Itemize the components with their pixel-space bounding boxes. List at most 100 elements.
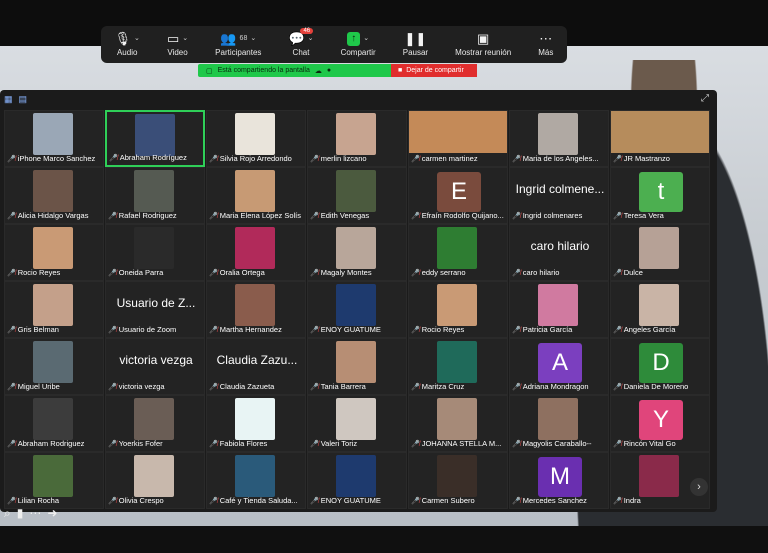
participant-tile[interactable]: 🎤̸ Dulce: [610, 224, 710, 281]
participant-tile[interactable]: 🎤̸ Maria de los Angeles...: [509, 110, 609, 167]
participant-label: 🎤̸ Edith Venegas: [310, 211, 404, 220]
stop-share-button[interactable]: ■ Dejar de compartir: [391, 64, 477, 77]
participant-tile[interactable]: 🎤̸ Yoerkis Fofer: [105, 395, 205, 452]
participant-tile[interactable]: D 🎤̸ Daniela De Moreno: [610, 338, 710, 395]
gallery-view-window: ▦ ▤ ⤢ 🎤̸ iPhone Marco Sanchez 🎤̸ Abraham Ro…: [0, 90, 717, 512]
participant-tile[interactable]: caro hilario 🎤̸ caro hilario: [509, 224, 609, 281]
participant-tile[interactable]: 🎤̸ Silvia Rojo Arredondo: [206, 110, 306, 167]
participant-tile[interactable]: Usuario de Z... 🎤̸ Usuario de Zoom: [105, 281, 205, 338]
participant-video: [33, 398, 73, 440]
next-page-button[interactable]: ›: [690, 478, 708, 496]
participant-tile[interactable]: 🎤̸ merlin lizcano: [307, 110, 407, 167]
participant-video: [235, 284, 275, 326]
video-button[interactable]: ▭ ⌄ Video: [167, 32, 188, 58]
participant-video: [235, 398, 275, 440]
shield-icon: ●: [326, 67, 332, 74]
participant-tile[interactable]: 🎤̸ iPhone Marco Sanchez: [4, 110, 104, 167]
participant-label: 🎤̸ Oneida Parra: [108, 268, 202, 277]
participant-tile[interactable]: M 🎤̸ Mercedes Sanchez: [509, 452, 609, 509]
chevron-down-icon[interactable]: ⌄: [363, 32, 369, 46]
expand-icon[interactable]: ⤢: [701, 93, 709, 104]
participant-tile[interactable]: 🎤̸ Oralia Ortega: [206, 224, 306, 281]
more-icon[interactable]: ⋯: [29, 506, 41, 521]
participant-tile[interactable]: 🎤̸ Valeri Toriz: [307, 395, 407, 452]
participant-tile[interactable]: 🎤̸ Magyolis Caraballo--: [509, 395, 609, 452]
chevron-down-icon[interactable]: ⌄: [308, 32, 314, 46]
chevron-down-icon[interactable]: ⌄: [250, 32, 256, 46]
chat-button[interactable]: 💬 ⌄ 46 Chat: [288, 28, 314, 57]
audio-button[interactable]: 🎙 ⌄ Audio: [115, 32, 140, 58]
participant-tile[interactable]: 🎤̸ eddy serrano: [408, 224, 508, 281]
participant-tile[interactable]: 🎤̸ Oneida Parra: [105, 224, 205, 281]
participant-tile[interactable]: Ingrid colmene... 🎤̸ Ingrid colmenares: [509, 167, 609, 224]
participant-tile[interactable]: Y 🎤̸ Rincón Vital Go: [610, 395, 710, 452]
participant-tile[interactable]: 🎤̸ Fabiola Flores: [206, 395, 306, 452]
participant-tile[interactable]: 🎤̸ Abraham Rodriguez: [4, 395, 104, 452]
participant-tile[interactable]: 🎤̸ Martha Hernandez: [206, 281, 306, 338]
muted-mic-icon: 🎤̸: [209, 326, 218, 334]
participant-tile[interactable]: 🎤̸ Maritza Cruz: [408, 338, 508, 395]
participant-tile[interactable]: 🎤̸ Abraham Rodríguez: [105, 110, 205, 167]
participant-tile[interactable]: 🎤̸ Alicia Hidalgo Vargas: [4, 167, 104, 224]
participant-video: [134, 455, 174, 497]
panel-icon[interactable]: ▮: [17, 506, 24, 521]
gallery-view-icon[interactable]: ▤: [19, 94, 28, 105]
chevron-down-icon[interactable]: ⌄: [182, 32, 188, 46]
participant-tile[interactable]: 🎤̸ JOHANNA STELLA M...: [408, 395, 508, 452]
participant-tile[interactable]: 🎤̸ Rocio Reyes: [4, 224, 104, 281]
participant-tile[interactable]: 🎤̸ Tania Barrera: [307, 338, 407, 395]
participant-tile[interactable]: t 🎤̸ Teresa Vera: [610, 167, 710, 224]
participant-tile[interactable]: 🎤̸ ENOY GUATUME: [307, 281, 407, 338]
more-button[interactable]: ⋯ Más: [538, 32, 553, 58]
show-meeting-button[interactable]: ▣ Mostrar reunión: [455, 31, 511, 58]
grid-view-icon[interactable]: ▦: [4, 94, 13, 105]
muted-mic-icon: 🎤̸: [209, 383, 218, 391]
participant-label: 🎤̸ Rincón Vital Go: [613, 439, 707, 448]
participant-tile[interactable]: 🎤̸ Miguel Uribe: [4, 338, 104, 395]
muted-mic-icon: 🎤̸: [310, 212, 319, 220]
participant-display-name: Ingrid colmene...: [515, 182, 605, 196]
muted-mic-icon: 🎤̸: [613, 497, 622, 505]
participant-tile[interactable]: Claudia Zazu... 🎤̸ Claudia Zazueta: [206, 338, 306, 395]
participant-tile[interactable]: 🎤̸ Patricia García: [509, 281, 609, 338]
participant-tile[interactable]: 🎤̸ carmen martinez: [408, 110, 508, 167]
participant-label: 🎤̸ ENOY GUATUME: [310, 325, 404, 334]
participant-video: [639, 284, 679, 326]
people-icon: 👥: [220, 31, 237, 46]
participant-tile[interactable]: 🎤̸ Maria Elena López Solís: [206, 167, 306, 224]
participant-video: [437, 455, 477, 497]
share-button[interactable]: ↑ ⌄ Compartir: [341, 32, 376, 57]
chevron-down-icon[interactable]: ⌄: [134, 32, 140, 46]
search-icon[interactable]: ⌕: [4, 506, 11, 521]
participant-tile[interactable]: 🎤̸ Rafael Rodriguez: [105, 167, 205, 224]
participant-label: 🎤̸ JR Mastranzo: [613, 154, 707, 163]
participant-tile[interactable]: 🎤̸ Magaly Montes: [307, 224, 407, 281]
participant-tile[interactable]: 🎤̸ Café y Tienda Saluda...: [206, 452, 306, 509]
participant-tile[interactable]: A 🎤̸ Adriana Mondragon: [509, 338, 609, 395]
participant-tile[interactable]: victoria vezga 🎤̸ victoria vezga: [105, 338, 205, 395]
window-icon: ▣: [477, 31, 490, 46]
participant-tile[interactable]: 🎤̸ Angeles García: [610, 281, 710, 338]
participant-avatar: A: [538, 343, 582, 383]
participant-name: Rincón Vital Go: [623, 439, 676, 448]
participant-tile[interactable]: 🎤̸ Gris Belman: [4, 281, 104, 338]
participant-label: 🎤̸ Alicia Hidalgo Vargas: [7, 211, 101, 220]
muted-mic-icon: 🎤̸: [512, 212, 521, 220]
participant-tile[interactable]: 🎤̸ Rocio Reyes: [408, 281, 508, 338]
participant-tile[interactable]: 🎤̸ Edith Venegas: [307, 167, 407, 224]
muted-mic-icon: 🎤̸: [310, 383, 319, 391]
participant-tile[interactable]: E 🎤̸ Efraín Rodolfo Quijano...: [408, 167, 508, 224]
pause-button[interactable]: ❚❚ Pausar: [403, 32, 428, 58]
participant-tile[interactable]: 🎤̸ Olivia Crespo: [105, 452, 205, 509]
participant-label: 🎤̸ merlin lizcano: [310, 154, 404, 163]
muted-mic-icon: 🎤̸: [7, 440, 16, 448]
muted-mic-icon: 🎤̸: [7, 155, 16, 163]
participant-tile[interactable]: 🎤̸ Lilian Rocha: [4, 452, 104, 509]
muted-mic-icon: 🎤̸: [209, 440, 218, 448]
muted-mic-icon: 🎤̸: [209, 155, 218, 163]
participant-tile[interactable]: 🎤̸ Carmen Subero: [408, 452, 508, 509]
participant-tile[interactable]: 🎤̸ ENOY GUATUME: [307, 452, 407, 509]
arrow-right-icon[interactable]: ➜: [47, 506, 57, 521]
participants-button[interactable]: 👥 68 ⌄ Participantes: [215, 31, 261, 58]
participant-tile[interactable]: 🎤̸ JR Mastranzo: [610, 110, 710, 167]
